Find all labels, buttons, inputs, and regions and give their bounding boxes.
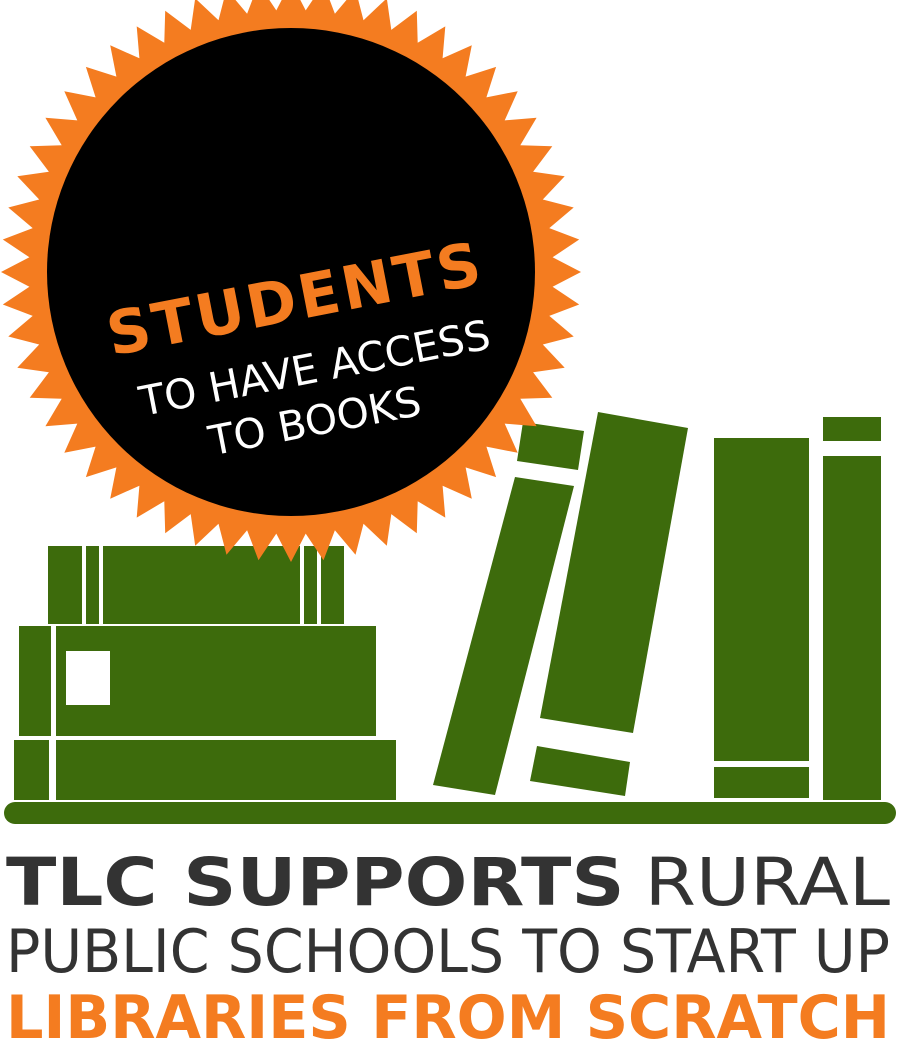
stacked-books	[14, 546, 396, 800]
footer-line-3: LIBRARIES FROM SCRATCH	[6, 983, 890, 1053]
footer-line-1: TLC SUPPORTS RURAL	[6, 844, 890, 921]
stack-book-middle	[19, 626, 376, 736]
footer-line-1-bold: TLC SUPPORTS	[6, 844, 625, 921]
stack-book-bottom	[14, 740, 396, 800]
standing-book-tall	[714, 438, 809, 798]
poster-artwork: STUDENTS TO HAVE ACCESS TO BOOKS TLC SUP…	[1, 0, 896, 1053]
footer-headline: TLC SUPPORTS RURAL PUBLIC SCHOOLS TO STAR…	[6, 844, 890, 1053]
leaning-book-middle	[530, 412, 688, 796]
book-label-square	[66, 651, 110, 705]
starburst-badge: STUDENTS TO HAVE ACCESS TO BOOKS	[1, 0, 581, 562]
footer-line-2: PUBLIC SCHOOLS TO START UP	[6, 917, 890, 987]
footer-line-1-light: RURAL	[645, 844, 891, 921]
stack-book-top	[48, 546, 344, 624]
standing-book-right	[823, 417, 881, 800]
shelf-plank	[4, 802, 896, 824]
